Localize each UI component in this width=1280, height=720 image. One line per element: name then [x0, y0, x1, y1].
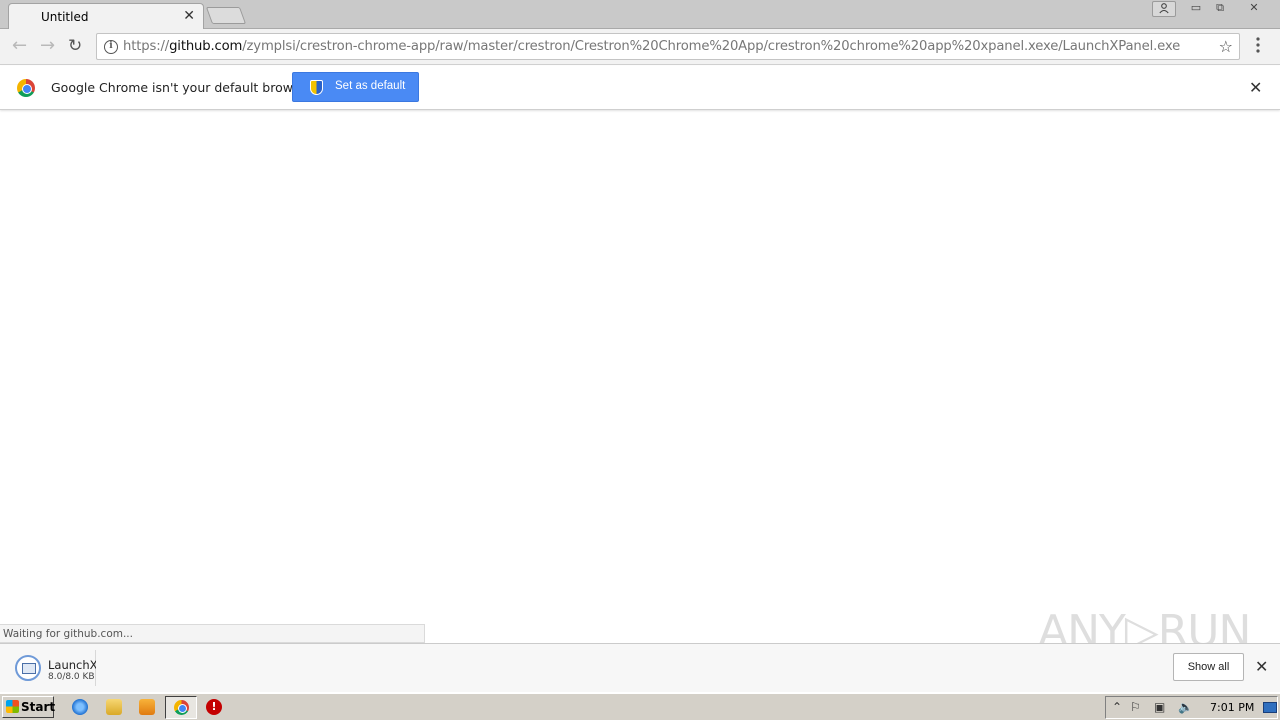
url-path: /zymplsi/crestron-chrome-app/raw/master/…	[242, 39, 1181, 54]
media-player-icon[interactable]	[139, 699, 155, 715]
volume-icon[interactable]: 🔈	[1178, 700, 1193, 714]
download-shelf: LaunchXPanel.exe 8.0/8.0 KB Show all ✕	[0, 643, 1280, 692]
close-window-button[interactable]: ✕	[1236, 1, 1272, 17]
tab-untitled[interactable]: Untitled ✕	[8, 3, 204, 29]
set-as-default-label: Set as default	[335, 80, 406, 92]
address-bar[interactable]: i https://github.com/zymplsi/crestron-ch…	[96, 33, 1240, 60]
windows-taskbar: Start ! ⌃ ⚐ ▣ 🔈 7:01 PM	[0, 693, 1280, 720]
chrome-taskbar-button[interactable]	[165, 696, 197, 719]
download-filename: LaunchXPanel.exe	[48, 658, 96, 672]
download-item[interactable]: LaunchXPanel.exe 8.0/8.0 KB	[8, 650, 96, 686]
windows-logo-icon	[6, 700, 19, 713]
infobar-close-icon[interactable]: ✕	[1249, 78, 1262, 97]
chrome-menu-icon[interactable]	[1251, 37, 1265, 53]
chrome-icon	[174, 700, 189, 715]
minimize-button[interactable]: ▭	[1184, 1, 1208, 17]
stop-sign-icon[interactable]: !	[206, 699, 222, 715]
taskbar-clock[interactable]: 7:01 PM	[1210, 701, 1254, 714]
maximize-button[interactable]: ⧉	[1208, 1, 1232, 17]
internet-explorer-icon[interactable]	[72, 699, 88, 715]
network-icon[interactable]: ▣	[1154, 700, 1165, 714]
new-tab-button[interactable]	[205, 7, 247, 24]
url-text[interactable]: https://github.com/zymplsi/crestron-chro…	[123, 39, 1180, 54]
start-button[interactable]: Start	[2, 696, 56, 718]
tab-strip: Untitled ✕ ▭ ⧉ ✕	[0, 0, 1280, 29]
set-as-default-button[interactable]: Set as default	[292, 72, 419, 102]
show-all-downloads-button[interactable]: Show all	[1173, 653, 1244, 681]
site-info-icon[interactable]: i	[104, 40, 118, 54]
profile-icon[interactable]	[1152, 1, 1176, 17]
bookmark-star-icon[interactable]: ☆	[1219, 37, 1233, 56]
uac-shield-icon	[310, 80, 323, 95]
tab-close-icon[interactable]: ✕	[183, 8, 195, 24]
default-browser-infobar: Google Chrome isn't your default browser…	[0, 66, 1280, 110]
start-label: Start	[21, 700, 56, 714]
browser-toolbar: ← → ↻ i https://github.com/zymplsi/crest…	[0, 29, 1280, 65]
status-bubble: Waiting for github.com...	[0, 624, 425, 643]
download-size: 8.0/8.0 KB	[48, 672, 95, 682]
tab-title: Untitled	[41, 10, 89, 24]
file-explorer-icon[interactable]	[106, 699, 122, 715]
forward-button[interactable]: →	[40, 37, 55, 55]
url-scheme: https://	[123, 39, 170, 54]
reload-button[interactable]: ↻	[68, 37, 82, 55]
executable-file-icon	[15, 655, 41, 681]
infobar-message: Google Chrome isn't your default browser	[51, 80, 313, 95]
action-center-flag-icon[interactable]: ⚐	[1130, 700, 1141, 714]
chrome-logo-icon	[17, 79, 35, 97]
url-host: github.com	[169, 39, 243, 54]
back-button[interactable]: ←	[12, 37, 27, 55]
show-hidden-icons-icon[interactable]: ⌃	[1112, 700, 1122, 714]
show-desktop-icon[interactable]	[1263, 702, 1277, 713]
download-shelf-close-icon[interactable]: ✕	[1255, 657, 1268, 676]
system-tray: ⌃ ⚐ ▣ 🔈 7:01 PM	[1105, 696, 1278, 719]
